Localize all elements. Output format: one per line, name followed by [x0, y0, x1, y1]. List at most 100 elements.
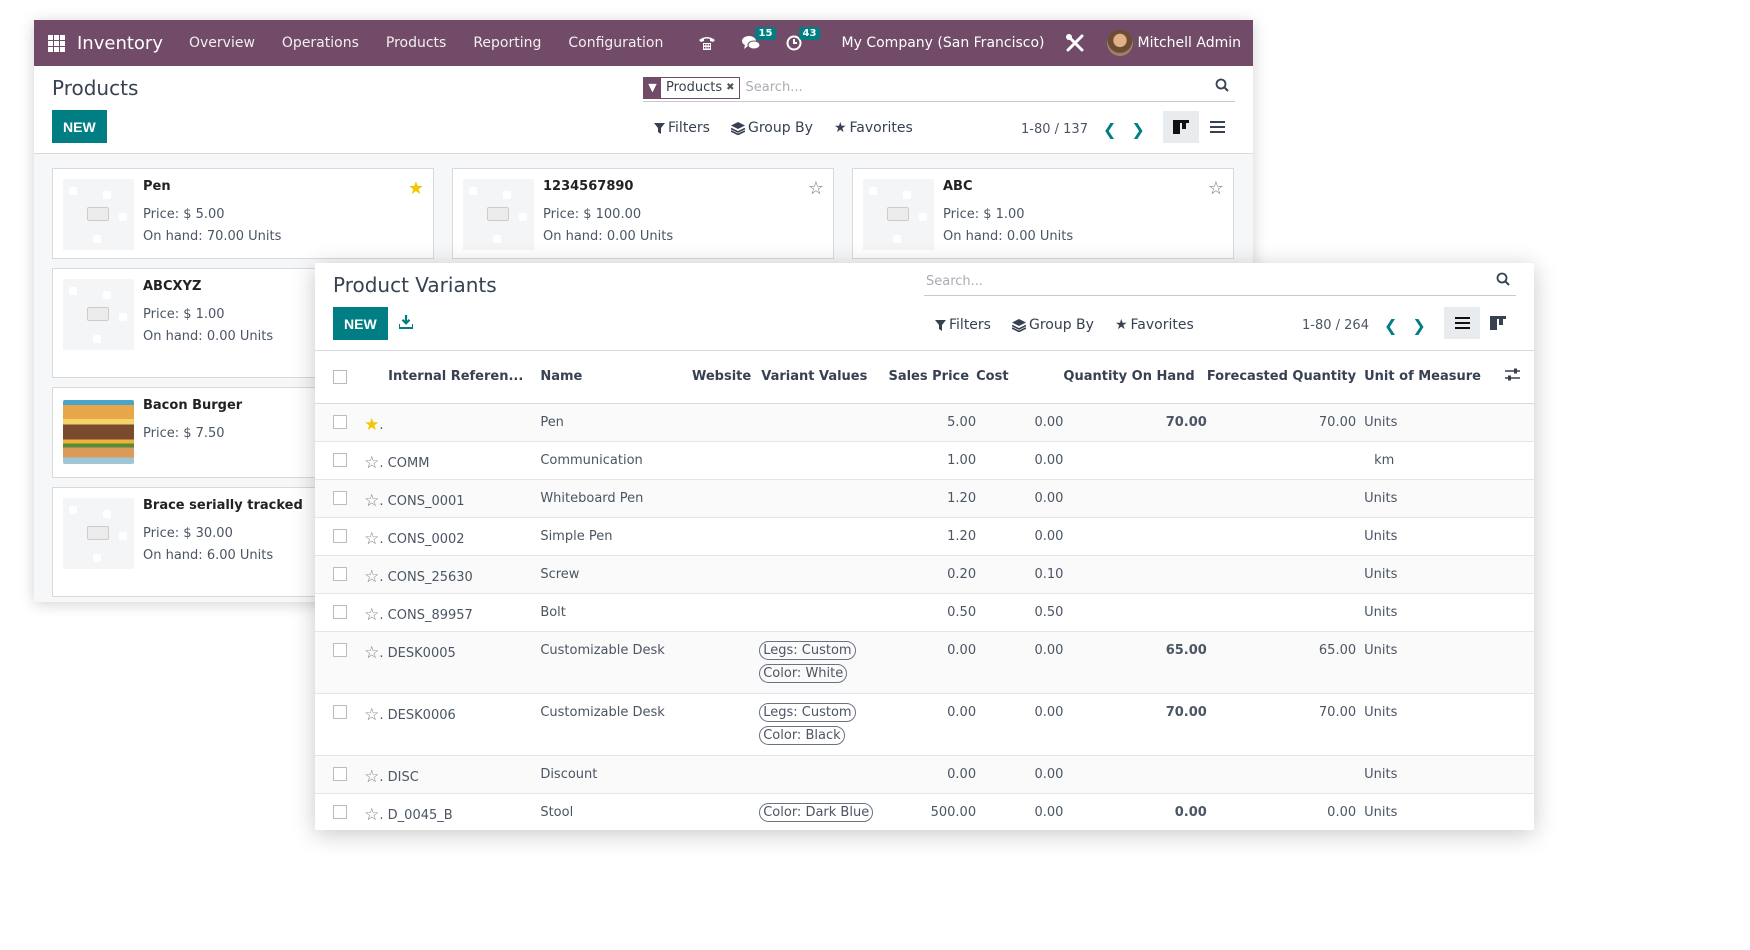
col-internal-reference[interactable]: Internal Referen...: [364, 351, 541, 404]
favorite-star-icon[interactable]: ☆: [1208, 178, 1224, 199]
table-row[interactable]: ☆. CONS_89957 Bolt 0.50 0.50 Units: [315, 593, 1534, 632]
pager-value[interactable]: 1-80 / 137: [1021, 122, 1088, 137]
company-switcher[interactable]: My Company (San Francisco): [842, 35, 1045, 51]
phone-icon[interactable]: [698, 35, 716, 51]
table-row[interactable]: ☆. CONS_25630 Screw 0.20 0.10 Units: [315, 555, 1534, 594]
product-card[interactable]: 1234567890 Price: $ 100.00 On hand: 0.00…: [452, 168, 834, 259]
favorite-star-icon[interactable]: ☆: [364, 643, 379, 663]
pager-value[interactable]: 1-80 / 264: [1302, 318, 1369, 333]
product-name: Whiteboard Pen: [540, 479, 692, 518]
pager-next-icon[interactable]: ❯: [1131, 120, 1144, 139]
variant-value-tag: Color: Dark Blue: [759, 802, 874, 822]
row-checkbox[interactable]: [333, 605, 347, 619]
favorite-star-icon[interactable]: ☆: [364, 805, 379, 825]
variant-values-cell: [759, 403, 889, 442]
table-row[interactable]: ☆. CONS_0001 Whiteboard Pen 1.20 0.00 Units: [315, 479, 1534, 518]
favorites-button[interactable]: ★ Favorites: [834, 120, 913, 136]
app-menu-icon[interactable]: [48, 34, 65, 52]
forecasted-quantity: 70.00: [1206, 693, 1357, 756]
user-name[interactable]: Mitchell Admin: [1138, 35, 1242, 51]
debug-tools-icon[interactable]: [1065, 33, 1085, 53]
kanban-view-icon[interactable]: [1480, 307, 1516, 339]
product-card[interactable]: Pen Price: $ 5.00 On hand: 70.00 Units ★: [52, 168, 434, 259]
row-checkbox[interactable]: [333, 567, 347, 581]
col-website[interactable]: Website: [691, 351, 760, 404]
search-icon[interactable]: [1496, 272, 1510, 286]
col-cost[interactable]: Cost: [976, 351, 1064, 404]
row-checkbox[interactable]: [333, 643, 347, 657]
table-row[interactable]: ☆. DESK0006 Customizable Desk Legs: Custom…: [315, 693, 1534, 756]
row-checkbox[interactable]: [333, 453, 347, 467]
activities-clock-icon[interactable]: 43: [786, 27, 821, 51]
new-variant-button[interactable]: NEW: [333, 307, 388, 340]
card-price: Price: $ 7.50: [143, 426, 225, 441]
forecasted-quantity: 0.00: [1206, 793, 1357, 830]
pager-previous-icon[interactable]: ❮: [1384, 316, 1397, 335]
col-quantity-on-hand[interactable]: Quantity On Hand: [1063, 351, 1207, 404]
facet-label: Products: [666, 80, 723, 95]
internal-reference: . DESK0006: [379, 707, 456, 723]
messages-icon[interactable]: 15: [741, 27, 777, 51]
col-forecasted-quantity[interactable]: Forecasted Quantity: [1206, 351, 1357, 404]
col-variant-values[interactable]: Variant Values: [759, 351, 889, 404]
product-card[interactable]: ABC Price: $ 1.00 On hand: 0.00 Units ☆: [852, 168, 1234, 259]
favorite-star-icon[interactable]: ★: [408, 178, 424, 199]
row-checkbox[interactable]: [333, 805, 347, 819]
app-name[interactable]: Inventory: [77, 33, 163, 54]
unit-of-measure: Units: [1356, 593, 1505, 632]
table-row[interactable]: ★. Pen 5.00 0.00 70.00 70.00 Units: [315, 403, 1534, 442]
list-view-icon[interactable]: [1199, 111, 1235, 143]
favorite-star-icon[interactable]: ☆: [364, 453, 379, 473]
favorite-star-icon[interactable]: ☆: [364, 491, 379, 511]
menu-operations[interactable]: Operations: [282, 35, 359, 51]
products-search-bar[interactable]: ▼ Products ✖ Search...: [643, 74, 1235, 102]
menu-configuration[interactable]: Configuration: [568, 35, 663, 51]
internal-reference: . DISC: [379, 769, 419, 785]
row-checkbox[interactable]: [333, 491, 347, 505]
menu-overview[interactable]: Overview: [189, 35, 255, 51]
card-price: Price: $ 100.00: [543, 207, 642, 222]
pager-previous-icon[interactable]: ❮: [1103, 120, 1116, 139]
list-view-icon[interactable]: [1444, 307, 1480, 339]
favorite-star-icon[interactable]: ☆: [364, 705, 379, 725]
row-checkbox[interactable]: [333, 705, 347, 719]
card-name: ABCXYZ: [143, 279, 202, 294]
table-row[interactable]: ☆. DISC Discount 0.00 0.00 Units: [315, 755, 1534, 794]
col-sales-price[interactable]: Sales Price: [888, 351, 977, 404]
col-unit-of-measure[interactable]: Unit of Measure: [1356, 351, 1505, 404]
new-product-button[interactable]: NEW: [52, 110, 107, 143]
select-all-checkbox[interactable]: [333, 369, 347, 384]
optional-columns-icon[interactable]: [1505, 368, 1520, 381]
variants-search-bar[interactable]: Search...: [924, 268, 1516, 296]
pager-next-icon[interactable]: ❯: [1412, 316, 1425, 335]
favorite-star-icon[interactable]: ☆: [364, 767, 379, 787]
menu-reporting[interactable]: Reporting: [473, 35, 541, 51]
favorite-star-icon[interactable]: ☆: [364, 605, 379, 625]
search-input[interactable]: Search...: [926, 274, 983, 289]
search-input[interactable]: Search...: [746, 80, 803, 95]
search-icon[interactable]: [1215, 78, 1229, 92]
favorite-star-icon[interactable]: ☆: [364, 529, 379, 549]
table-row[interactable]: ☆. CONS_0002 Simple Pen 1.20 0.00 Units: [315, 517, 1534, 556]
remove-facet-icon[interactable]: ✖: [726, 78, 738, 98]
favorites-button[interactable]: ★ Favorites: [1115, 317, 1194, 333]
row-checkbox[interactable]: [333, 415, 347, 429]
groupby-button[interactable]: Group By: [730, 120, 813, 136]
download-icon[interactable]: [399, 315, 413, 329]
filters-button[interactable]: Filters: [935, 317, 991, 333]
col-name[interactable]: Name: [540, 351, 692, 404]
row-checkbox[interactable]: [333, 529, 347, 543]
variant-value-tag: Color: White: [759, 663, 848, 683]
table-row[interactable]: ☆. DESK0005 Customizable Desk Legs: Custom…: [315, 631, 1534, 694]
kanban-view-icon[interactable]: [1163, 111, 1199, 143]
menu-products[interactable]: Products: [386, 35, 446, 51]
table-row[interactable]: ☆. D_0045_B Stool Color: Dark Blue 500.00 0.…: [315, 793, 1534, 830]
row-checkbox[interactable]: [333, 767, 347, 781]
filters-button[interactable]: Filters: [654, 120, 710, 136]
favorite-star-icon[interactable]: ☆: [364, 567, 379, 587]
user-avatar[interactable]: [1106, 30, 1133, 56]
groupby-button[interactable]: Group By: [1011, 317, 1094, 333]
favorite-star-icon[interactable]: ★: [364, 415, 379, 435]
table-row[interactable]: ☆. COMM Communication 1.00 0.00 km: [315, 441, 1534, 480]
favorite-star-icon[interactable]: ☆: [808, 178, 824, 199]
